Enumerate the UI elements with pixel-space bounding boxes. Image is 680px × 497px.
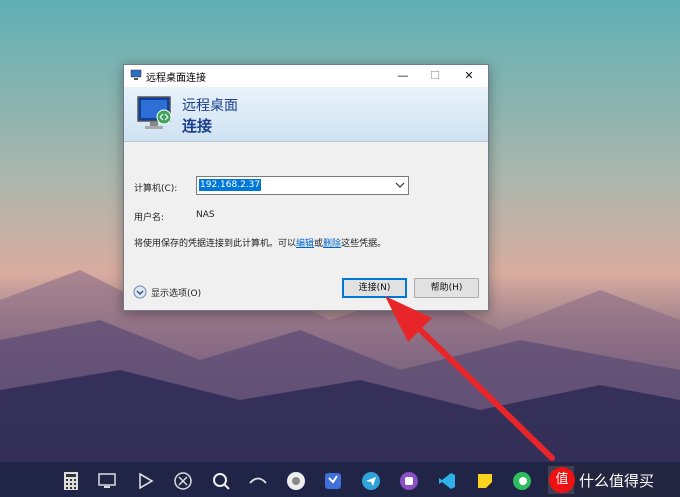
evernote-icon[interactable] (511, 470, 533, 492)
calculator-icon[interactable] (60, 470, 82, 492)
watermark-logo: 值 (549, 467, 575, 493)
watermark-text: 什么值得买 (579, 472, 655, 490)
chrome-icon[interactable] (285, 470, 307, 492)
sticky-notes-icon[interactable] (474, 470, 496, 492)
vscode-blue-icon[interactable] (322, 470, 344, 492)
purple-app-icon[interactable] (398, 470, 420, 492)
play-icon[interactable] (134, 470, 156, 492)
search-icon[interactable] (210, 470, 232, 492)
site-watermark: 值 什么值得买 (545, 464, 680, 497)
remote-desktop-icon[interactable] (97, 470, 119, 492)
telegram-icon[interactable] (360, 470, 382, 492)
annotation-arrow (385, 296, 555, 461)
link-icon[interactable] (247, 470, 269, 492)
tools-icon[interactable] (172, 470, 194, 492)
visual-studio-icon[interactable] (436, 470, 458, 492)
